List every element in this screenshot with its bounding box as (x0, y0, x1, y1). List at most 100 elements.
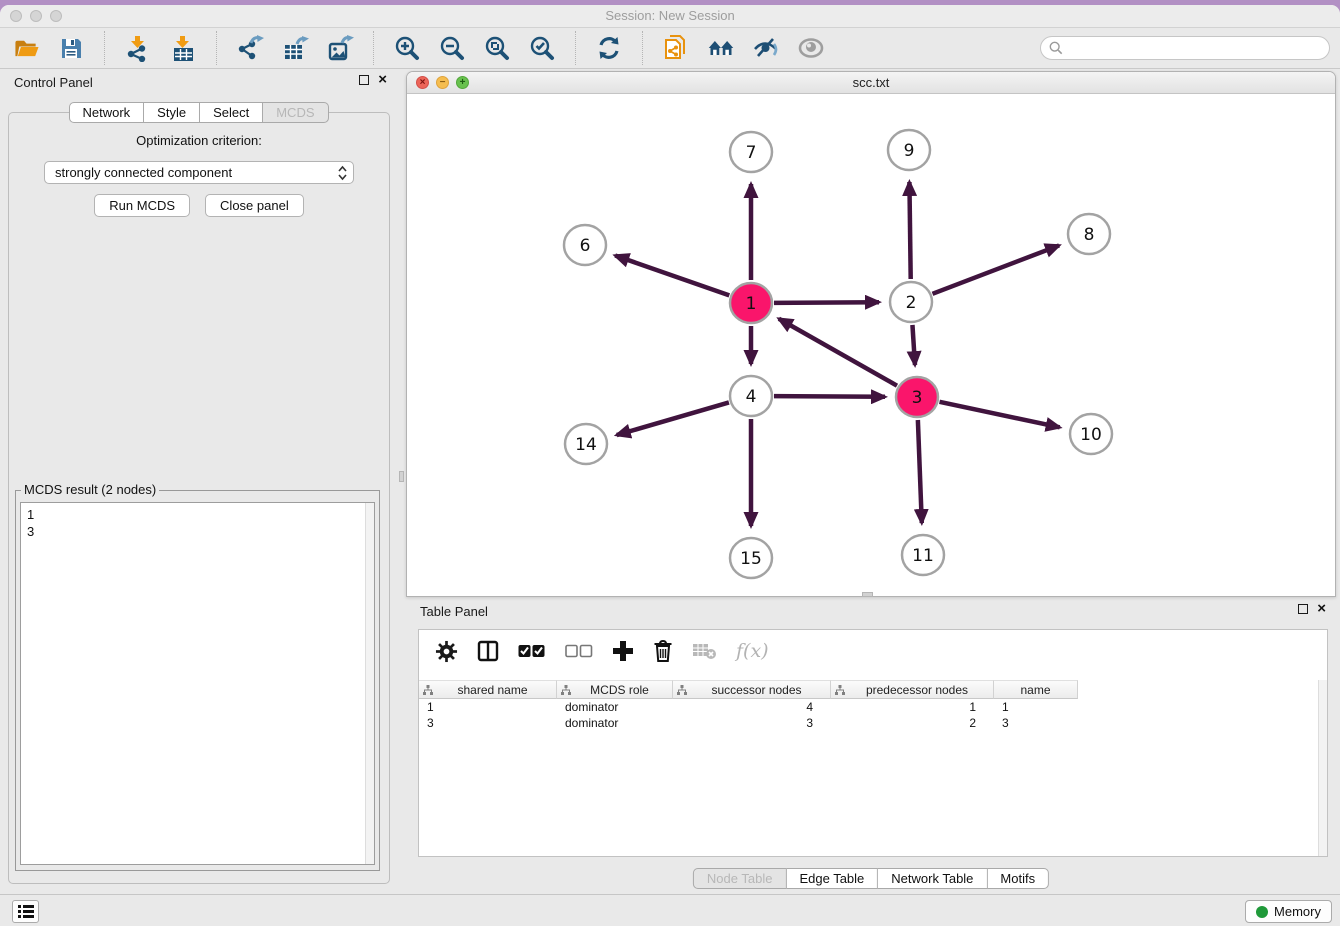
memory-status-icon (1256, 906, 1268, 918)
table-row[interactable]: 3dominator323 (419, 715, 1318, 731)
optimization-criterion-label: Optimization criterion: (9, 133, 389, 148)
edge-2-9[interactable] (909, 182, 910, 279)
cell-successor-nodes[interactable]: 4 (673, 699, 831, 715)
edge-2-3[interactable] (912, 325, 915, 365)
sort-hierarchy-icon (677, 685, 687, 695)
zoom-out-button[interactable] (438, 34, 466, 62)
column-header-shared-name[interactable]: shared name (419, 680, 557, 699)
import-table-button[interactable] (169, 34, 197, 62)
trash-icon (653, 639, 673, 663)
network-canvas[interactable]: 7968124314101511 (407, 94, 1335, 596)
table-scrollbar[interactable] (1318, 680, 1327, 856)
search-input[interactable] (1068, 41, 1321, 56)
network-overview-button[interactable] (707, 34, 735, 62)
export-network-button[interactable] (236, 34, 264, 62)
edge-4-3[interactable] (774, 396, 885, 397)
tab-style[interactable]: Style (144, 102, 200, 123)
refresh-network-button[interactable] (595, 34, 623, 62)
network-zoom-button[interactable]: + (456, 76, 469, 89)
homes-icon (707, 36, 735, 60)
float-panel-icon[interactable] (359, 75, 369, 85)
tab-mcds[interactable]: MCDS (263, 102, 328, 123)
select-all-button[interactable] (518, 638, 546, 664)
network-minimize-button[interactable]: − (436, 76, 449, 89)
show-graphics-details-button[interactable] (752, 34, 780, 62)
zoom-fit-button[interactable] (483, 34, 511, 62)
mcds-result-values: 1 3 (21, 503, 374, 543)
column-header-successor-nodes[interactable]: successor nodes (673, 680, 831, 699)
close-panel-icon[interactable]: × (378, 75, 387, 85)
save-session-button[interactable] (57, 34, 85, 62)
export-image-button[interactable] (326, 34, 354, 62)
run-mcds-button[interactable]: Run MCDS (94, 194, 190, 217)
select-all-checkboxes-icon (518, 644, 546, 658)
duplicate-network-button[interactable] (662, 34, 690, 62)
cell-name[interactable]: 1 (994, 699, 1078, 715)
cell-successor-nodes[interactable]: 3 (673, 715, 831, 731)
edge-1-2[interactable] (774, 302, 879, 303)
table-toolbar: f(x) (419, 630, 1327, 672)
criterion-select[interactable]: strongly connected component (44, 161, 354, 184)
edge-1-6[interactable] (615, 256, 729, 296)
open-session-button[interactable] (12, 34, 40, 62)
search-field[interactable] (1040, 36, 1330, 60)
gear-icon (435, 640, 458, 663)
tab-edge-table[interactable]: Edge Table (786, 868, 878, 889)
toggle-columns-panel-button[interactable] (477, 638, 499, 664)
deselect-all-button[interactable] (565, 638, 593, 664)
export-table-icon (282, 35, 309, 62)
status-bar: Memory (0, 894, 1340, 926)
zoom-in-button[interactable] (393, 34, 421, 62)
zoom-selected-icon (529, 35, 555, 61)
tab-motifs[interactable]: Motifs (987, 868, 1049, 889)
window-minimize-button[interactable] (30, 10, 42, 22)
node-label-8: 8 (1084, 225, 1095, 245)
tab-network-table[interactable]: Network Table (878, 868, 987, 889)
close-panel-icon[interactable]: × (1317, 604, 1326, 614)
tab-network[interactable]: Network (68, 102, 144, 123)
node-label-9: 9 (904, 141, 915, 161)
edge-3-1[interactable] (779, 319, 897, 386)
memory-button[interactable]: Memory (1245, 900, 1332, 923)
edge-3-10[interactable] (939, 402, 1059, 428)
export-table-button[interactable] (281, 34, 309, 62)
float-panel-icon[interactable] (1298, 604, 1308, 614)
table-row[interactable]: 1dominator411 (419, 699, 1318, 715)
cell-shared-name[interactable]: 3 (419, 715, 557, 731)
tab-select[interactable]: Select (200, 102, 263, 123)
tab-node-table[interactable]: Node Table (693, 868, 787, 889)
network-close-button[interactable]: × (416, 76, 429, 89)
vertical-splitter-handle[interactable] (399, 471, 404, 482)
import-network-button[interactable] (124, 34, 152, 62)
zoom-selected-button[interactable] (528, 34, 556, 62)
mcds-result-list[interactable]: 1 3 (20, 502, 375, 865)
sort-hierarchy-icon (835, 685, 845, 695)
column-header-label: name (998, 683, 1073, 697)
task-history-button[interactable] (12, 900, 39, 923)
delete-column-button[interactable] (653, 638, 673, 664)
edge-3-11[interactable] (918, 420, 922, 523)
cell-predecessor-nodes[interactable]: 2 (831, 715, 994, 731)
window-titlebar: Session: New Session (0, 5, 1340, 28)
preview-eye-button[interactable] (797, 34, 825, 62)
cell-MCDS-role[interactable]: dominator (557, 715, 673, 731)
window-zoom-button[interactable] (50, 10, 62, 22)
edge-4-14[interactable] (617, 402, 729, 435)
delete-table-button-disabled (692, 638, 717, 664)
window-close-button[interactable] (10, 10, 22, 22)
cell-predecessor-nodes[interactable]: 1 (831, 699, 994, 715)
cell-shared-name[interactable]: 1 (419, 699, 557, 715)
result-scrollbar[interactable] (365, 503, 374, 864)
cell-name[interactable]: 3 (994, 715, 1078, 731)
column-header-predecessor-nodes[interactable]: predecessor nodes (831, 680, 994, 699)
table-settings-button[interactable] (435, 638, 458, 664)
edge-2-8[interactable] (932, 245, 1059, 293)
create-column-button[interactable] (612, 638, 634, 664)
network-graph[interactable]: 7968124314101511 (407, 94, 1335, 596)
cell-MCDS-role[interactable]: dominator (557, 699, 673, 715)
close-panel-button[interactable]: Close panel (205, 194, 304, 217)
horizontal-splitter-handle[interactable] (862, 592, 873, 597)
column-header-MCDS-role[interactable]: MCDS role (557, 680, 673, 699)
column-header-name[interactable]: name (994, 680, 1078, 699)
network-window-titlebar[interactable]: × − + scc.txt (407, 72, 1335, 94)
